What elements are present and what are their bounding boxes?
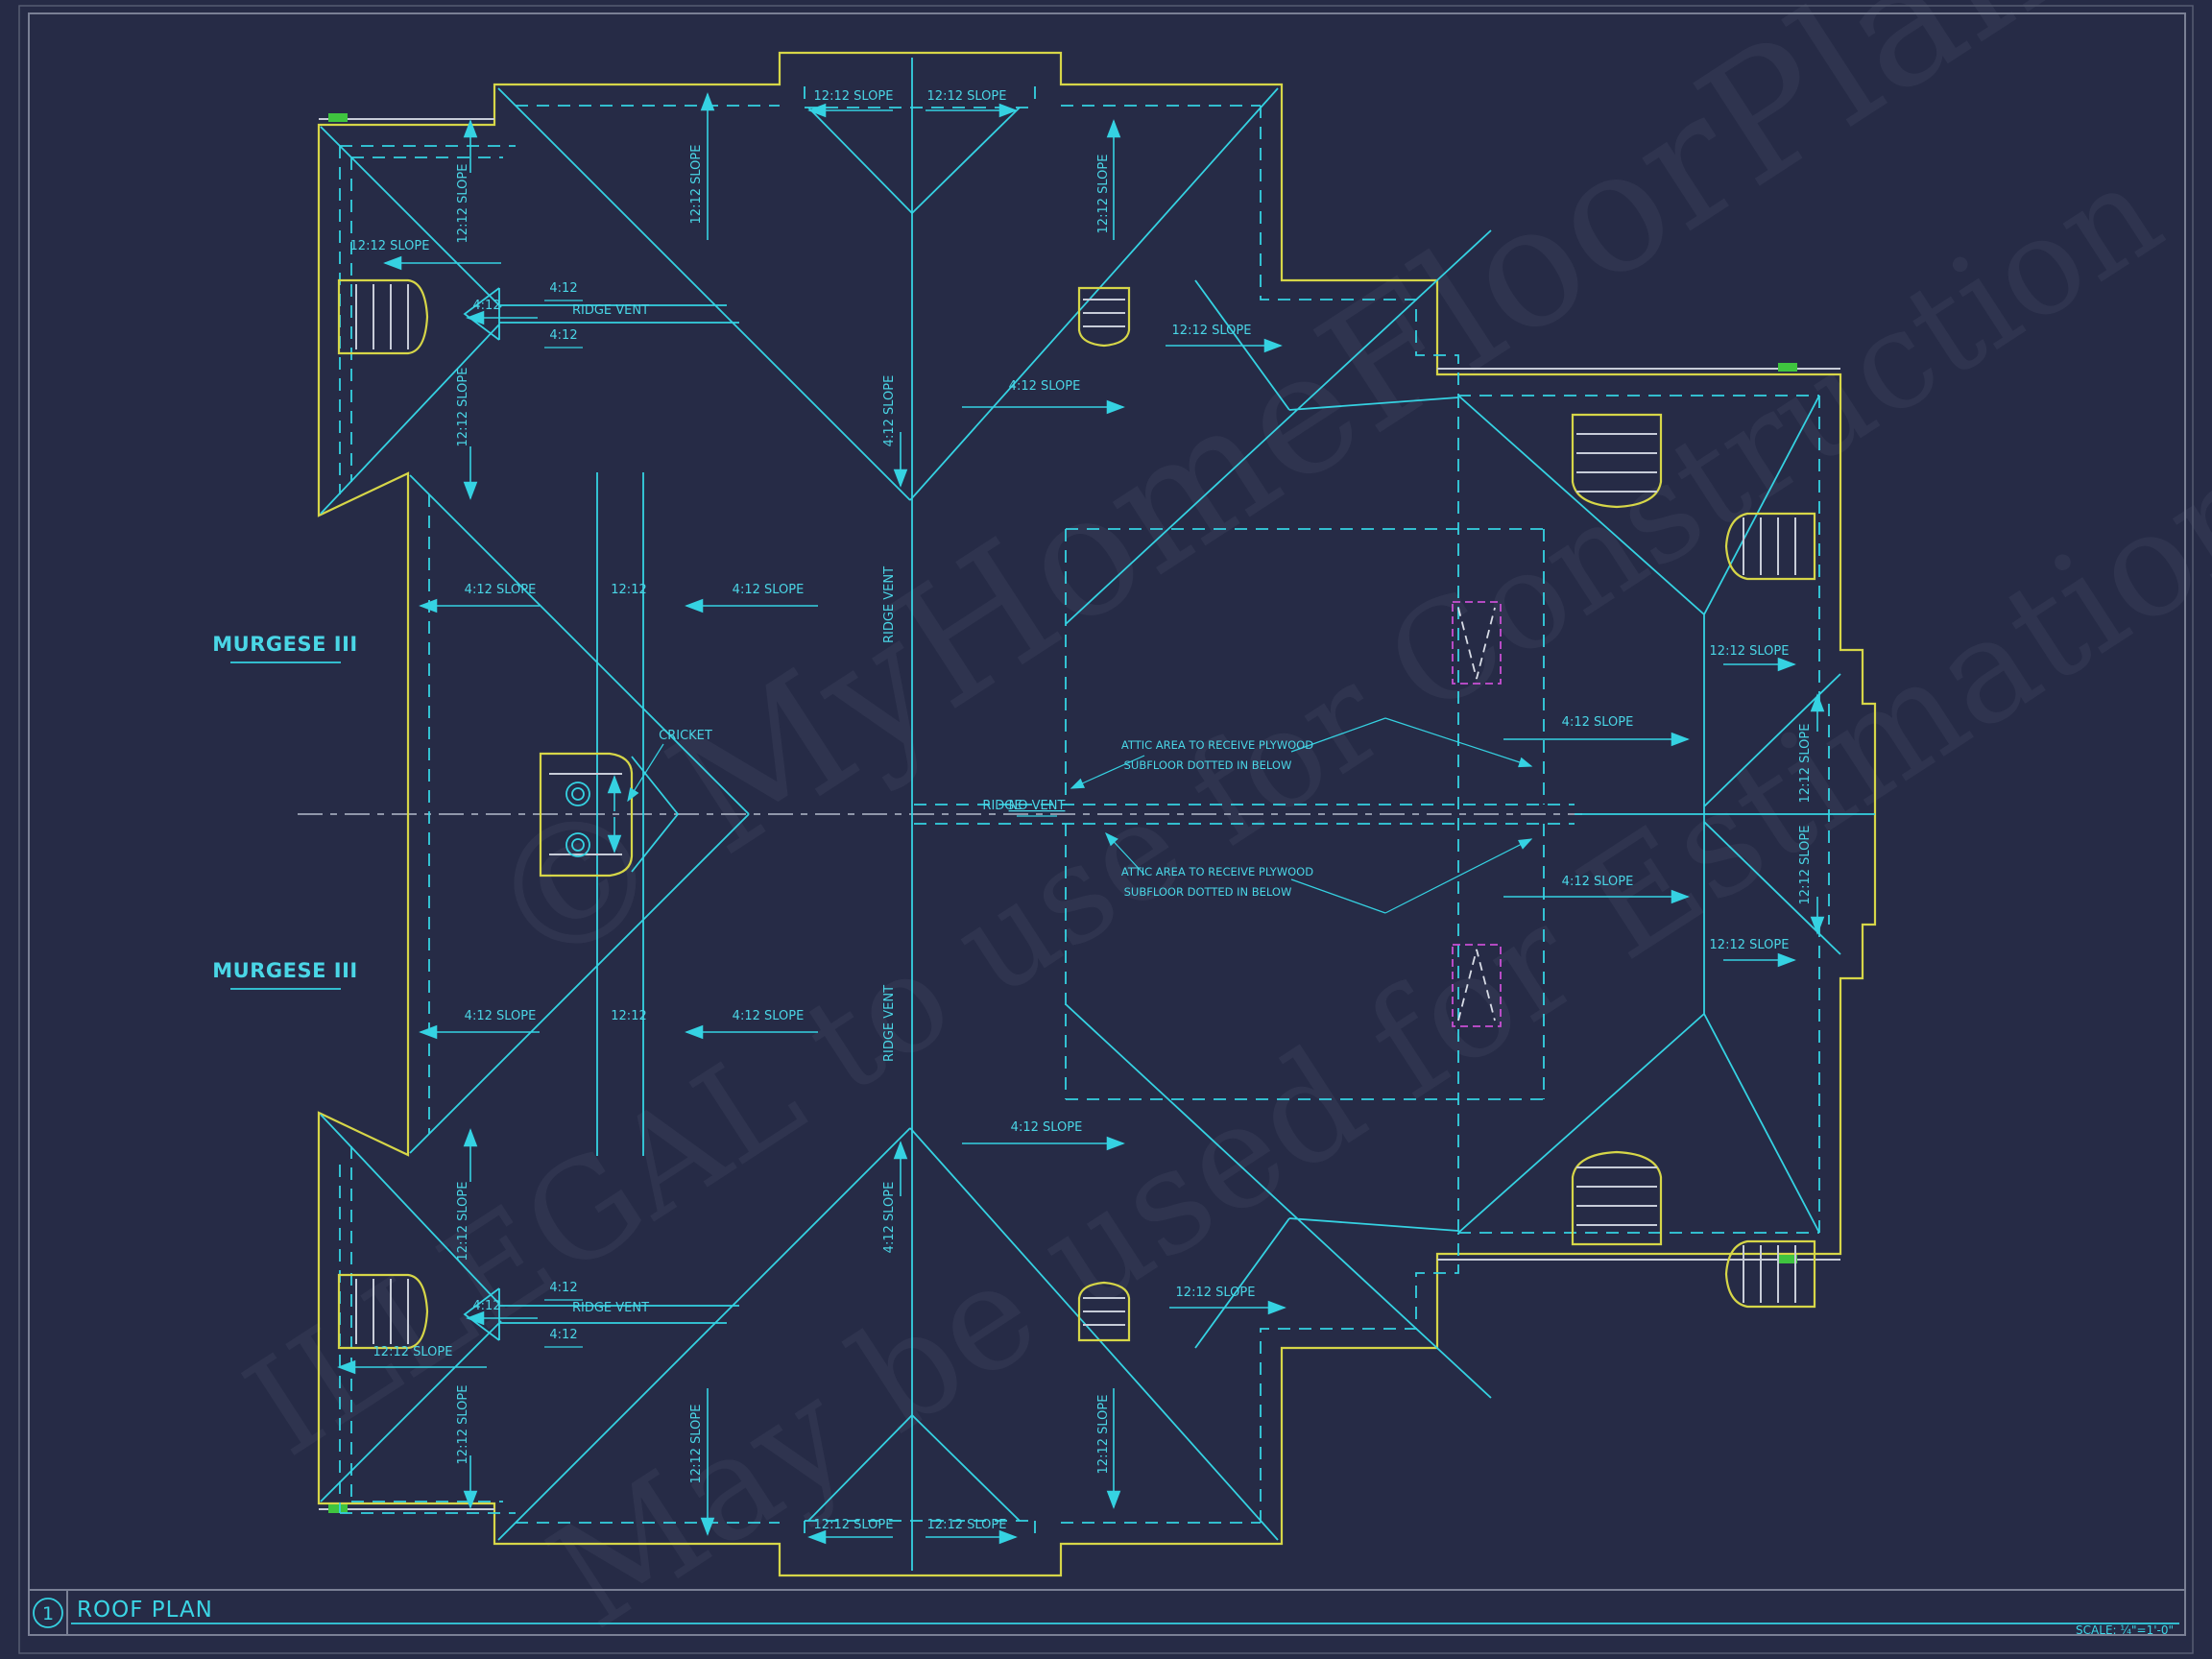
plan-label: 12:12 xyxy=(611,583,646,597)
plan-label: 4:12 SLOPE xyxy=(733,583,805,597)
plan-label: 12:12 SLOPE xyxy=(814,1518,894,1532)
plan-label: 12:12 SLOPE xyxy=(1710,644,1790,659)
watermark: © MyHomeFloorPlans.com ILLEGAL to use fo… xyxy=(221,0,2212,1659)
sheet-title: ROOF PLAN xyxy=(77,1598,213,1623)
plan-label: SUBFLOOR DOTTED IN BELOW xyxy=(1124,885,1292,899)
plan-label: 12:12 SLOPE xyxy=(456,1385,470,1465)
plan-label: 12:12 SLOPE xyxy=(927,1518,1007,1532)
plan-label: 4:12 xyxy=(472,299,500,313)
plan-label: 12:12 SLOPE xyxy=(373,1345,453,1359)
plan-label: 12:12 SLOPE xyxy=(1798,724,1813,804)
plan-label: 4:12 xyxy=(549,328,577,343)
plan-label: RIDGE VENT xyxy=(572,303,649,318)
plan-label: NO VENT xyxy=(1009,799,1066,813)
plan-label: MURGESE III xyxy=(212,959,357,982)
plan-label: 12:12 xyxy=(611,1009,646,1023)
plan-label: 4:12 xyxy=(549,1328,577,1342)
plan-label: 12:12 SLOPE xyxy=(1176,1286,1256,1300)
plan-label: 12:12 SLOPE xyxy=(456,368,470,447)
plan-label: 4:12 xyxy=(472,1299,500,1313)
plan-label: 12:12 SLOPE xyxy=(814,89,894,104)
plan-label: ATTIC AREA TO RECEIVE PLYWOOD xyxy=(1121,738,1313,752)
title-block-text: 1 ROOF PLAN SCALE: ¼"=1'-0" xyxy=(42,1598,2174,1637)
plan-label: 4:12 SLOPE xyxy=(1562,875,1634,889)
plan-label: RIDGE VENT xyxy=(572,1301,649,1315)
plan-label: 12:12 SLOPE xyxy=(689,145,704,225)
plan-label: 12:12 SLOPE xyxy=(1096,1395,1111,1475)
plan-label: RIDGE VENT xyxy=(882,566,897,643)
plan-label: 12:12 SLOPE xyxy=(456,164,470,244)
plan-label: 4:12 SLOPE xyxy=(733,1009,805,1023)
plan-label: 12:12 SLOPE xyxy=(1798,826,1813,905)
plan-label: 4:12 SLOPE xyxy=(1009,379,1081,394)
plan-label: 4:12 SLOPE xyxy=(882,375,897,447)
roof-plan-canvas: © MyHomeFloorPlans.com ILLEGAL to use fo… xyxy=(0,0,2212,1659)
plan-label: 12:12 SLOPE xyxy=(350,239,430,253)
plan-label: 4:12 SLOPE xyxy=(1011,1120,1083,1135)
plan-label: 4:12 SLOPE xyxy=(1562,715,1634,730)
plan-label: CRICKET xyxy=(659,729,712,743)
plan-label: RIDGE VENT xyxy=(882,985,897,1062)
sheet-detail-number: 1 xyxy=(42,1603,54,1624)
cad-sheet: © MyHomeFloorPlans.com ILLEGAL to use fo… xyxy=(0,0,2212,1659)
plan-label: 12:12 SLOPE xyxy=(1172,324,1252,338)
plan-label: SUBFLOOR DOTTED IN BELOW xyxy=(1124,758,1292,772)
plan-label: MURGESE III xyxy=(212,633,357,656)
plan-label: 12:12 SLOPE xyxy=(927,89,1007,104)
scale-label: SCALE: ¼"=1'-0" xyxy=(2076,1623,2174,1637)
plan-label: 4:12 xyxy=(549,1281,577,1295)
watermark-line1: © MyHomeFloorPlans.com xyxy=(453,0,2212,1013)
plan-label: 12:12 SLOPE xyxy=(1710,938,1790,952)
plan-label: 12:12 SLOPE xyxy=(689,1405,704,1484)
plan-label: ATTIC AREA TO RECEIVE PLYWOOD xyxy=(1121,865,1313,878)
plan-label: 12:12 SLOPE xyxy=(1096,155,1111,234)
plan-label: 4:12 xyxy=(549,281,577,296)
plan-label: 12:12 SLOPE xyxy=(456,1182,470,1262)
plan-label: 4:12 SLOPE xyxy=(465,1009,537,1023)
plan-label: 4:12 SLOPE xyxy=(882,1182,897,1254)
plan-label: 4:12 SLOPE xyxy=(465,583,537,597)
